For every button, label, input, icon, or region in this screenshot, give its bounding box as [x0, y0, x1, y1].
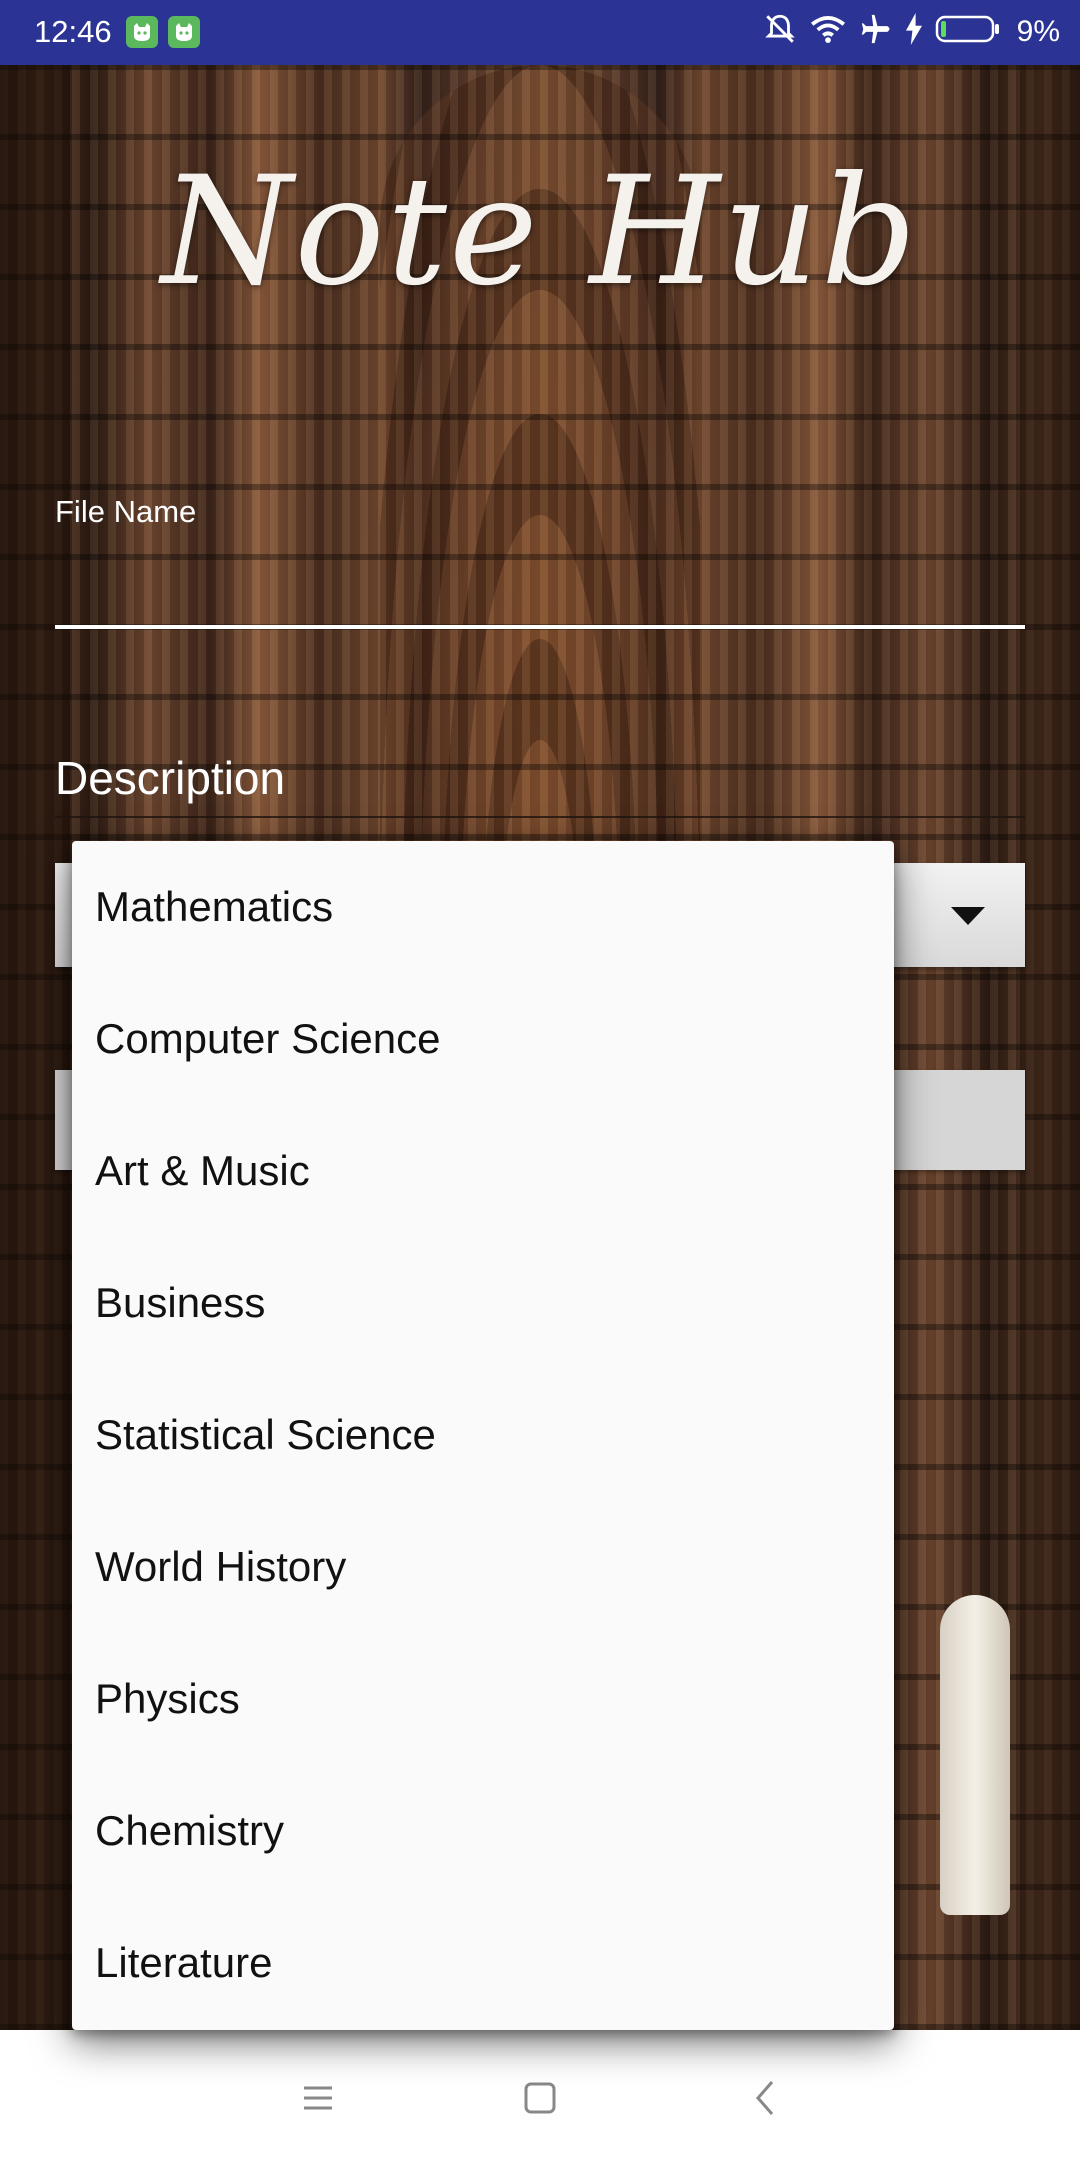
battery-icon: [935, 14, 1001, 49]
dropdown-item-physics[interactable]: Physics: [72, 1633, 894, 1765]
wifi-icon: [809, 13, 847, 50]
battery-percentage: 9%: [1016, 14, 1060, 48]
cat-notification-icon: [168, 16, 200, 48]
dropdown-item-business[interactable]: Business: [72, 1237, 894, 1369]
cat-notification-icon: [126, 16, 158, 48]
back-icon[interactable]: [744, 2076, 788, 2120]
charging-icon: [905, 13, 923, 50]
statue-bust: [940, 1595, 1010, 1915]
home-icon[interactable]: [518, 2076, 562, 2120]
dropdown-item-statistical-science[interactable]: Statistical Science: [72, 1369, 894, 1501]
dropdown-item-world-history[interactable]: World History: [72, 1501, 894, 1633]
navigation-bar: [0, 2030, 1080, 2160]
dropdown-item-literature[interactable]: Literature: [72, 1897, 894, 2029]
dropdown-arrow-icon: [951, 907, 985, 925]
dropdown-item-mathematics[interactable]: Mathematics: [72, 841, 894, 973]
description-field[interactable]: [55, 740, 1025, 818]
subject-dropdown-list: Mathematics Computer Science Art & Music…: [72, 841, 894, 2030]
status-time: 12:46: [34, 14, 112, 49]
status-bar: 12:46 9%: [0, 0, 1080, 65]
menu-icon[interactable]: [296, 2076, 340, 2120]
mute-icon: [763, 12, 797, 51]
app-logo: Note Hub: [161, 145, 919, 319]
dropdown-item-art-music[interactable]: Art & Music: [72, 1105, 894, 1237]
file-name-label: File Name: [55, 494, 197, 529]
dropdown-item-chemistry[interactable]: Chemistry: [72, 1765, 894, 1897]
file-name-field-underline[interactable]: [55, 625, 1025, 629]
dropdown-item-computer-science[interactable]: Computer Science: [72, 973, 894, 1105]
airplane-icon: [859, 12, 893, 51]
